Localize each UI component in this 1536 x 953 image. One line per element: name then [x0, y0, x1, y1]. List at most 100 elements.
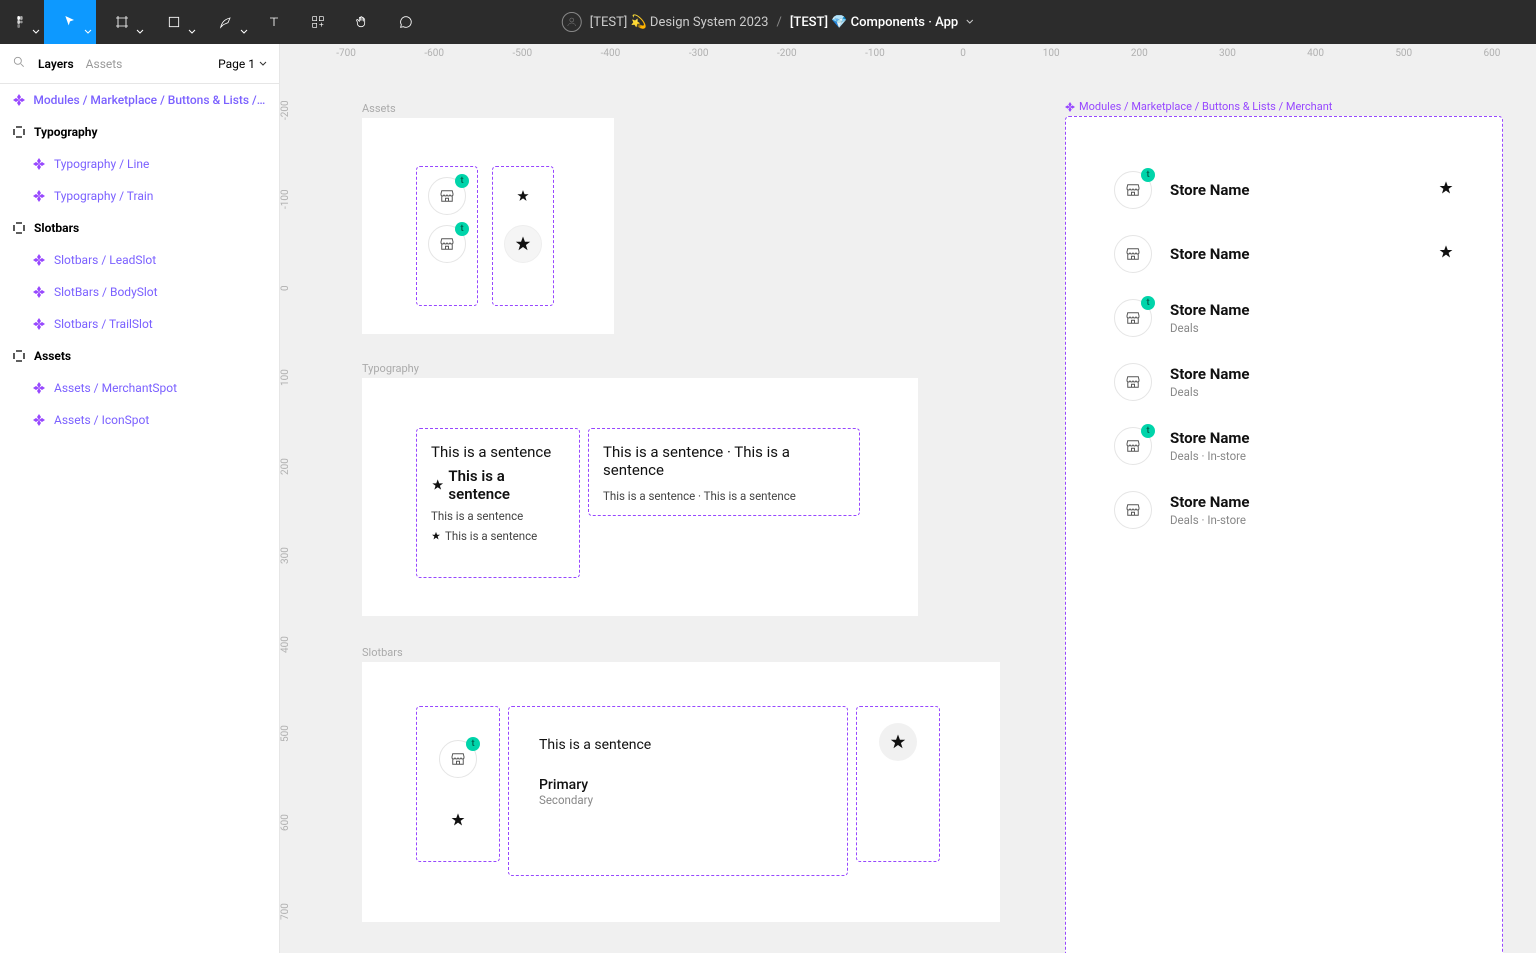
- component-icon: [32, 190, 46, 202]
- merchant-icon-badged: t: [428, 177, 466, 215]
- merchant-row[interactable]: Store NameDeals · In-store: [1114, 491, 1454, 529]
- layer-label: Slotbars: [34, 221, 79, 235]
- sidebar-header: Layers Assets Page 1: [0, 44, 279, 84]
- layer-row[interactable]: Typography / Train: [0, 180, 279, 212]
- layer-group[interactable]: Assets: [0, 340, 279, 372]
- text-tool-button[interactable]: [252, 0, 296, 44]
- typo-line-small-star: This is a sentence: [431, 529, 565, 543]
- resources-button[interactable]: [296, 0, 340, 44]
- tab-layers[interactable]: Layers: [38, 57, 74, 71]
- component-icon: [32, 254, 46, 266]
- layer-row[interactable]: Slotbars / LeadSlot: [0, 244, 279, 276]
- layer-row[interactable]: SlotBars / BodySlot: [0, 276, 279, 308]
- merchant-row[interactable]: tStore Name: [1114, 171, 1454, 209]
- bodyslot-primary: Primary: [539, 777, 817, 793]
- tab-assets[interactable]: Assets: [86, 57, 123, 71]
- hand-tool-button[interactable]: [340, 0, 384, 44]
- star-icon: [431, 478, 444, 492]
- hand-icon: [354, 14, 370, 30]
- merchant-icon: t: [1114, 427, 1152, 465]
- ruler-vertical: -200-1000100200300400500600700: [280, 66, 302, 953]
- layer-row[interactable]: Assets / IconSpot: [0, 404, 279, 436]
- pen-tool-button[interactable]: [200, 0, 252, 44]
- bodyslot-title: This is a sentence: [539, 737, 817, 753]
- frame-icon: [12, 126, 26, 138]
- frame-typography[interactable]: This is a sentence This is a sentence Th…: [362, 378, 918, 616]
- component-icon: [32, 286, 46, 298]
- layer-row[interactable]: Assets / MerchantSpot: [0, 372, 279, 404]
- layer-row-selected[interactable]: Modules / Marketplace / Buttons & Lists …: [0, 84, 279, 116]
- frame-tool-button[interactable]: [96, 0, 148, 44]
- typo-line-bold: This is a sentence: [431, 467, 565, 503]
- layer-label: Typography / Train: [54, 189, 153, 203]
- text-icon: [266, 14, 282, 30]
- frame-slotbars[interactable]: t This is a sentence Primary Secondary: [362, 662, 1000, 922]
- merchant-row[interactable]: t Store Name Deals: [1114, 299, 1454, 337]
- component-merchantspot[interactable]: t t: [416, 166, 478, 306]
- left-sidebar: Layers Assets Page 1 Modules / Marketpla…: [0, 44, 280, 953]
- breadcrumb-project[interactable]: [TEST] 💫 Design System 2023: [590, 15, 769, 30]
- component-label-merchant[interactable]: Modules / Marketplace / Buttons & Lists …: [1065, 100, 1332, 113]
- ruler-corner: [280, 44, 302, 66]
- component-iconspot[interactable]: [492, 166, 554, 306]
- component-icon: [32, 382, 46, 394]
- merchant-name: Store Name: [1170, 181, 1420, 199]
- component-typography-train[interactable]: This is a sentence · This is a sentence …: [588, 428, 860, 516]
- chevron-down-icon: [259, 60, 267, 68]
- shape-tool-button[interactable]: [148, 0, 200, 44]
- breadcrumb[interactable]: [TEST] 💫 Design System 2023 / [TEST] 💎 C…: [562, 12, 974, 32]
- layer-group[interactable]: Slotbars: [0, 212, 279, 244]
- component-trailslot[interactable]: [856, 706, 940, 862]
- merchant-subtitle: Deals: [1170, 321, 1454, 335]
- component-icon: [1065, 102, 1075, 112]
- layer-label: Slotbars / TrailSlot: [54, 317, 153, 331]
- merchant-icon: t: [1114, 299, 1152, 337]
- star-icon: [1438, 180, 1454, 200]
- component-typography-line[interactable]: This is a sentence This is a sentence Th…: [416, 428, 580, 578]
- merchant-icon: [1114, 363, 1152, 401]
- layer-label: Assets: [34, 349, 71, 363]
- chevron-down-icon: [188, 28, 196, 36]
- figma-menu-button[interactable]: [0, 0, 44, 44]
- star-icon-small: [504, 177, 542, 215]
- chevron-down-icon: [32, 28, 40, 36]
- component-icon: [12, 94, 25, 106]
- component-leadslot[interactable]: t: [416, 706, 500, 862]
- typo-line-small: This is a sentence: [431, 509, 565, 523]
- merchant-icon: [1114, 491, 1152, 529]
- merchant-icon: [1114, 235, 1152, 273]
- merchant-subtitle: Deals · In-store: [1170, 513, 1454, 527]
- component-icon: [32, 414, 46, 426]
- merchant-name: Store Name: [1170, 301, 1454, 319]
- merchant-row[interactable]: tStore NameDeals · In-store: [1114, 427, 1454, 465]
- layer-label: Assets / IconSpot: [54, 413, 149, 427]
- user-avatar-icon: [562, 12, 582, 32]
- star-icon: [1438, 244, 1454, 264]
- storefront-icon: [438, 235, 456, 253]
- component-bodyslot[interactable]: This is a sentence Primary Secondary: [508, 706, 848, 876]
- frame-assets[interactable]: t t: [362, 118, 614, 334]
- breadcrumb-file[interactable]: [TEST] 💎 Components · App: [790, 15, 958, 30]
- rectangle-icon: [166, 14, 182, 30]
- star-icon: [431, 531, 441, 541]
- layer-label: Typography: [34, 125, 98, 139]
- layer-row[interactable]: Slotbars / TrailSlot: [0, 308, 279, 340]
- merchant-icon-badged: t: [428, 225, 466, 263]
- layer-label: Slotbars / LeadSlot: [54, 253, 156, 267]
- component-icon: [32, 318, 46, 330]
- component-merchant-list[interactable]: tStore NameStore NametStore NameDealsSto…: [1065, 116, 1503, 953]
- merchant-row[interactable]: Store Name: [1114, 235, 1454, 273]
- storefront-icon: [438, 187, 456, 205]
- layer-group[interactable]: Typography: [0, 116, 279, 148]
- storefront-icon: [449, 750, 467, 768]
- search-button[interactable]: [12, 55, 26, 72]
- page-selector[interactable]: Page 1: [218, 57, 267, 71]
- typo-train-small: This is a sentence · This is a sentence: [603, 489, 845, 503]
- merchant-row[interactable]: Store NameDeals: [1114, 363, 1454, 401]
- move-tool-button[interactable]: [44, 0, 96, 44]
- canvas[interactable]: -700-600-500-400-300-200-100010020030040…: [280, 44, 1536, 953]
- section-label-assets: Assets: [362, 102, 396, 115]
- layer-row[interactable]: Typography / Line: [0, 148, 279, 180]
- typo-line: This is a sentence: [431, 443, 565, 461]
- comment-tool-button[interactable]: [384, 0, 428, 44]
